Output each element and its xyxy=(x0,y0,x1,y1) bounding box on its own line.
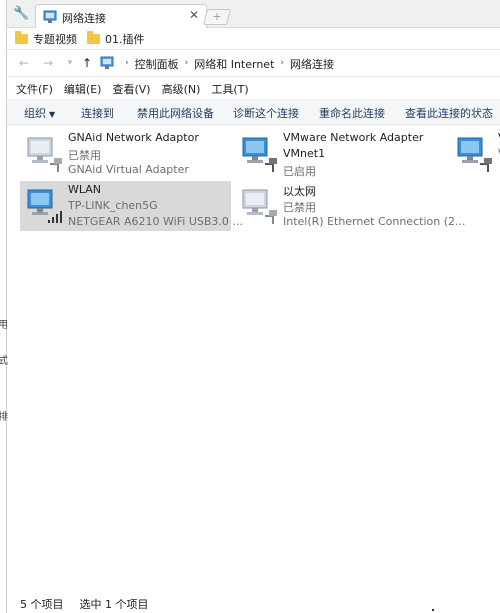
connection-network: VMnet1 xyxy=(283,147,326,160)
plus-icon: + xyxy=(212,10,222,23)
menu-advanced[interactable]: 高级(N) xyxy=(162,81,201,97)
chevron-right-icon[interactable]: › xyxy=(125,56,129,72)
menu-tools[interactable]: 工具(T) xyxy=(211,81,248,97)
caret-down-icon: ▼ xyxy=(49,110,56,119)
connection-item[interactable]: 以太网 已禁用 Intel(R) Ethernet Connection (2.… xyxy=(235,181,465,231)
back-arrow-icon[interactable]: ← xyxy=(16,55,32,71)
view-status-button[interactable]: 查看此连接的状态 xyxy=(405,105,493,121)
resize-grip[interactable] xyxy=(432,609,434,611)
folder-icon xyxy=(87,31,100,44)
connection-network: TP-LINK_chen5G xyxy=(68,199,158,212)
up-arrow-icon[interactable]: ↑ xyxy=(79,55,95,71)
folder-icon xyxy=(15,31,28,44)
menu-edit[interactable]: 编辑(E) xyxy=(64,81,102,97)
connection-name: WLAN xyxy=(68,183,102,196)
breadcrumb-item[interactable]: 控制面板 xyxy=(135,56,179,72)
connection-name: GNAid Network Adaptor xyxy=(68,131,199,144)
connection-name: 以太网 xyxy=(283,185,316,198)
background-text: 用 xyxy=(0,320,8,331)
address-row: ← → ▾ ↑ › 控制面板 › 网络和 Internet › 网络连接 xyxy=(7,50,500,77)
breadcrumb-item[interactable]: 网络连接 xyxy=(290,56,334,72)
ethernet-icon xyxy=(242,137,277,172)
menu-file[interactable]: 文件(F) xyxy=(16,81,53,97)
connection-item[interactable]: V V xyxy=(450,129,500,179)
menu-bar: 文件(F) 编辑(E) 查看(V) 高级(N) 工具(T) xyxy=(7,79,500,98)
connection-device: GNAid Virtual Adapter xyxy=(68,163,189,176)
organize-button[interactable]: 组织 ▼ xyxy=(24,105,55,121)
connection-item[interactable]: VMware Network Adapter VMnet1 已启用 xyxy=(235,129,445,179)
background-text: 式 xyxy=(0,356,8,367)
connection-name: VMware Network Adapter xyxy=(283,131,424,144)
connection-status: 已禁用 xyxy=(68,149,101,162)
wrench-icon[interactable]: 🔧 xyxy=(13,6,29,22)
tab-network-connections[interactable]: 网络连接 ✕ xyxy=(35,4,207,29)
connect-button[interactable]: 连接到 xyxy=(81,105,114,121)
connection-item[interactable]: GNAid Network Adaptor 已禁用 GNAid Virtual … xyxy=(20,129,230,179)
bookmark-label: 01.插件 xyxy=(105,33,145,46)
close-icon[interactable]: ✕ xyxy=(189,8,199,22)
new-tab-button[interactable]: + xyxy=(203,9,231,25)
background-window-edge: 用 式 排 xyxy=(0,0,8,613)
rename-button[interactable]: 重命名此连接 xyxy=(319,105,385,121)
diagnose-button[interactable]: 诊断这个连接 xyxy=(233,105,299,121)
ethernet-disabled-icon xyxy=(27,137,62,172)
connection-status: 已启用 xyxy=(283,165,316,178)
menu-view[interactable]: 查看(V) xyxy=(112,81,150,97)
item-count: 5 个项目 xyxy=(20,597,64,611)
chevron-right-icon[interactable]: › xyxy=(185,56,189,72)
background-text: 排 xyxy=(0,412,8,423)
bookmark-label: 专题视频 xyxy=(33,33,77,46)
control-panel-icon xyxy=(43,10,57,23)
connection-device: Intel(R) Ethernet Connection (2... xyxy=(283,215,466,228)
chevron-down-icon[interactable]: ▾ xyxy=(62,55,78,71)
wifi-icon xyxy=(27,189,62,223)
chevron-right-icon[interactable]: › xyxy=(280,56,284,72)
selected-count: 选中 1 个项目 xyxy=(79,597,149,611)
bookmark-item[interactable]: 专题视频 xyxy=(15,31,77,47)
ethernet-disabled-icon xyxy=(242,189,277,224)
connection-status: 已禁用 xyxy=(283,201,316,214)
control-panel-icon xyxy=(100,56,114,69)
breadcrumb-item[interactable]: 网络和 Internet xyxy=(194,56,274,72)
forward-arrow-icon[interactable]: → xyxy=(40,55,56,71)
disable-device-button[interactable]: 禁用此网络设备 xyxy=(137,105,214,121)
connection-item-selected[interactable]: WLAN TP-LINK_chen5G NETGEAR A6210 WiFi U… xyxy=(20,181,243,231)
tab-title: 网络连接 xyxy=(62,12,106,25)
organize-label: 组织 xyxy=(24,107,46,120)
connection-device: NETGEAR A6210 WiFi USB3.0 ... xyxy=(68,215,243,228)
command-bar: 组织 ▼ 连接到 禁用此网络设备 诊断这个连接 重命名此连接 查看此连接的状态 xyxy=(7,99,500,125)
tab-bar: 🔧 网络连接 ✕ + xyxy=(7,0,500,29)
status-bar: 5 个项目 选中 1 个项目 xyxy=(7,594,500,613)
breadcrumb: › 控制面板 › 网络和 Internet › 网络连接 xyxy=(119,56,334,72)
bookmark-bar: 专题视频 01.插件 xyxy=(7,28,500,50)
ethernet-icon xyxy=(457,137,492,172)
bookmark-item[interactable]: 01.插件 xyxy=(87,31,145,47)
